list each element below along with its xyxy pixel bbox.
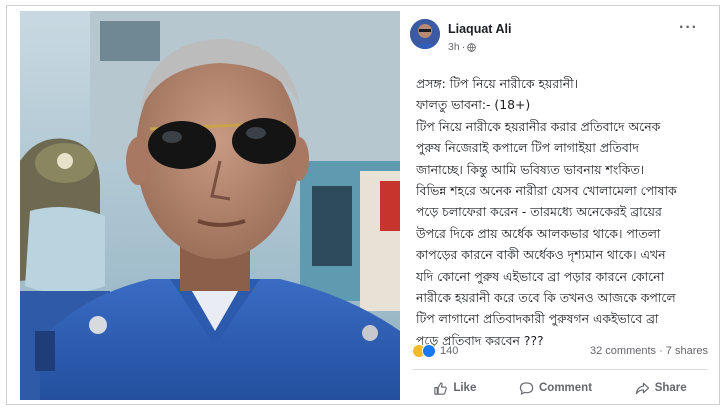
comment-button[interactable]: Comment	[519, 381, 592, 396]
post-line: যদি কোনো পুরুষ এইভাবে ব্রা পড়ার কারনে ক…	[416, 268, 665, 284]
comment-icon	[519, 381, 534, 395]
more-options-icon[interactable]: ···	[679, 19, 698, 37]
post-stats: 140 32 comments · 7 shares	[412, 344, 708, 362]
share-label: Share	[654, 382, 687, 394]
post-body: প্রসঙ্গ: টিপ নিয়ে নারীকে হয়রানী। ফালতু…	[416, 73, 708, 351]
meta-separator: ·	[461, 41, 466, 53]
post-line: বিভিন্ন শহরে অনেক নারীরা যেসব খোলামেলা প…	[416, 183, 677, 199]
comments-shares-count[interactable]: 32 comments · 7 shares	[590, 345, 708, 357]
reaction-count: 140	[440, 345, 459, 357]
post-actions: Like Comment Share	[412, 377, 708, 399]
thumbs-up-icon	[434, 381, 448, 395]
author-avatar[interactable]	[410, 19, 440, 49]
reactions-summary[interactable]: 140	[412, 344, 458, 358]
post-line: টিপ নিয়ে নারীকে হয়রানীর করার প্রতিবাদে…	[416, 118, 661, 134]
avatar-image	[410, 19, 440, 49]
post-line: কাপড়ের কারনে বাকী অর্ধেকও দৃশ্যমান থাকে…	[416, 247, 666, 263]
post-photo[interactable]	[20, 11, 400, 400]
globe-icon	[467, 42, 477, 52]
divider	[412, 369, 708, 370]
like-reaction-icon	[422, 344, 436, 358]
post-line: নারীকে হয়রানী করে তবে কি তখনও আজকে কপাল…	[416, 290, 676, 306]
post-time[interactable]: 3h	[448, 41, 460, 53]
post-line: প্রসঙ্গ: টিপ নিয়ে নারীকে হয়রানী।	[416, 76, 579, 91]
post-line: পড়ে চলাফেরা করেন - তারমধ্যে অনেকেরই ব্র…	[416, 204, 662, 220]
like-label: Like	[453, 382, 477, 394]
share-button[interactable]: Share	[635, 381, 687, 396]
post-line: টিপ লাগানো প্রতিবাদকারী পুরুষগন একইভাবে …	[416, 311, 659, 327]
photo-illustration	[20, 11, 400, 400]
share-icon	[635, 382, 649, 394]
post-line: পুরুষ নিজেরাই কপালে টিপ লাগাইয়া প্রতিবা…	[416, 140, 639, 156]
like-button[interactable]: Like	[433, 381, 476, 396]
author-name[interactable]: Liaquat Ali	[448, 22, 511, 36]
post-meta: 3h ·	[448, 41, 477, 53]
facebook-post: Liaquat Ali 3h · ··· প্রসঙ্গ: টিপ নিয়ে …	[408, 11, 714, 400]
comment-label: Comment	[539, 382, 593, 394]
post-line: উপরে দিকে প্রায় অর্ধেক আলকভার থাকে। পাত…	[416, 225, 661, 241]
post-line: ফালতু ভাবনা:- (18+)	[416, 97, 531, 113]
post-line: জানাচ্ছে। কিন্তু আমি ভবিষ্যত ভাবনায় শংক…	[416, 161, 645, 177]
